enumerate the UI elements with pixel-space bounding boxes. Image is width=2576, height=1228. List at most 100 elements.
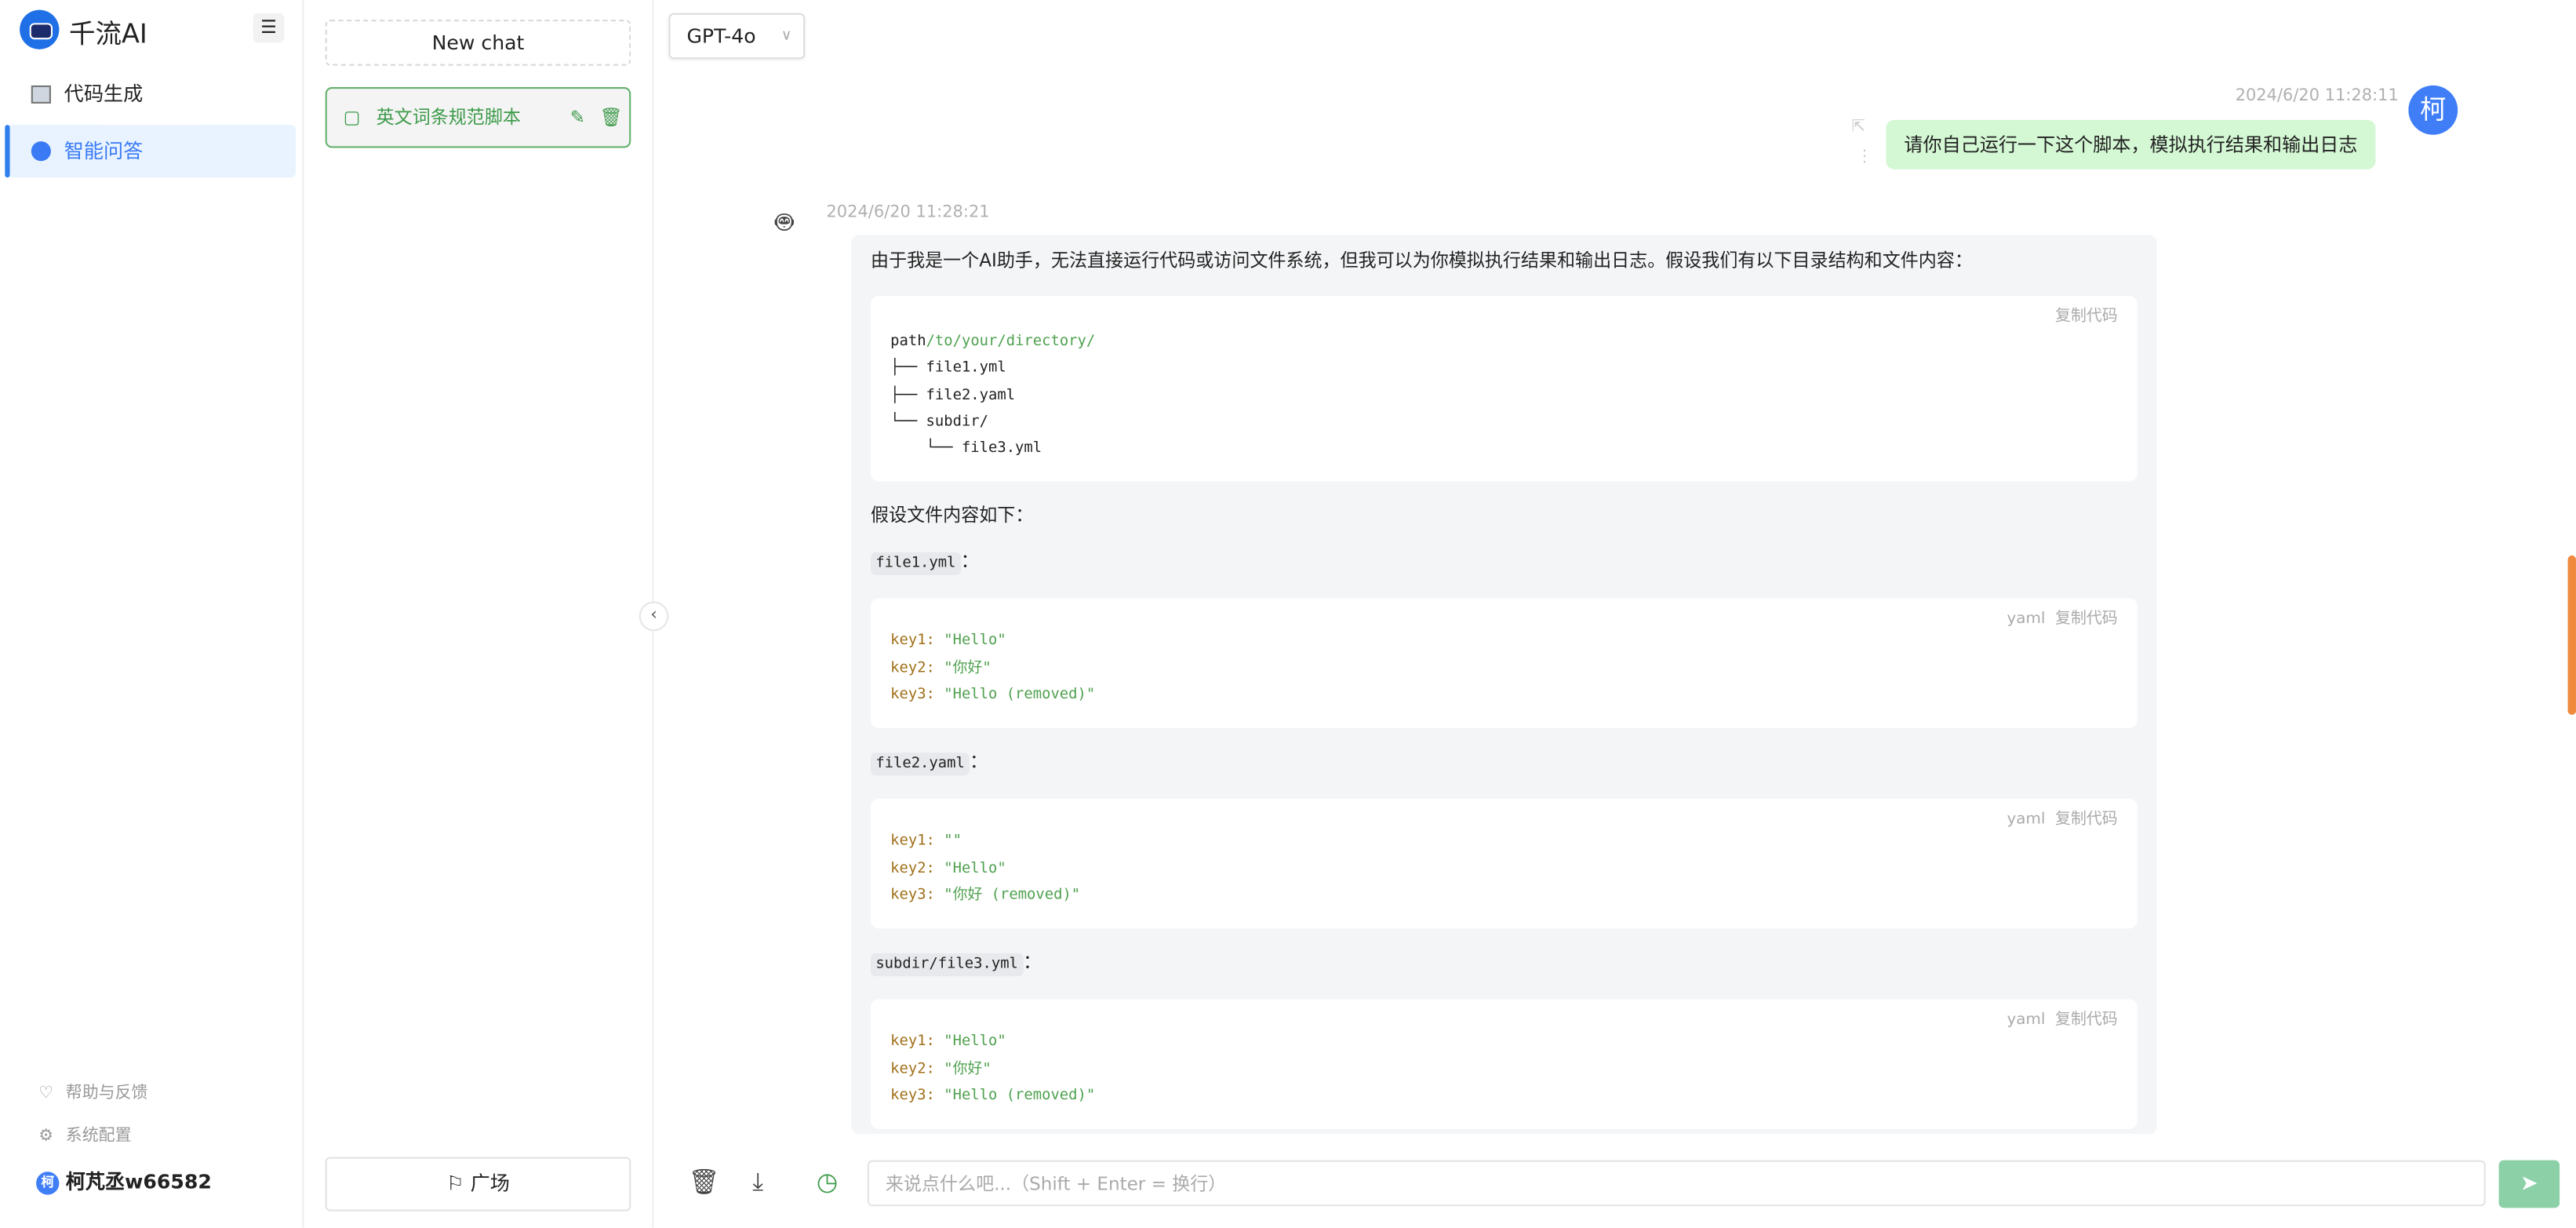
code-line: key3: "Hello (removed)": [890, 1083, 2118, 1110]
path-rest: /to/your/directory/: [926, 333, 1096, 351]
code-line: key2: "你好": [890, 1056, 2118, 1083]
robot-icon: 🤖︎: [775, 205, 794, 240]
gear-icon: ⚙: [38, 1127, 54, 1146]
yaml-key: key1:: [890, 833, 935, 851]
menu-collapse-icon: ☰: [260, 16, 277, 38]
download-icon[interactable]: ⤓: [752, 1167, 763, 1197]
send-icon: ➤: [2520, 1172, 2538, 1197]
collapse-sidebar-button[interactable]: ☰: [253, 13, 285, 43]
yaml-value: "": [944, 833, 962, 851]
yaml-value: "你好": [944, 1061, 991, 1078]
trash-icon[interactable]: 🗑︎: [689, 1167, 720, 1197]
yaml-value: "Hello (removed)": [944, 687, 1096, 704]
scrollbar[interactable]: [2567, 555, 2576, 716]
yaml-key: key1:: [890, 633, 935, 650]
chat-icon: ▢: [343, 107, 361, 129]
sidebar-item-code-gen[interactable]: 代码生成: [6, 67, 296, 120]
code-lang: yaml: [2007, 811, 2046, 829]
path-root: path: [890, 333, 926, 351]
more-icon[interactable]: ⋮: [1857, 148, 1873, 166]
yaml-value: "Hello": [944, 860, 1006, 877]
inline-code: file2.yaml: [871, 753, 970, 777]
lightbulb-icon: ♡: [38, 1084, 54, 1103]
bot-message-time: 2024/6/20 11:28:21: [826, 203, 990, 222]
logo-icon: [20, 9, 60, 49]
chevron-left-icon: ‹: [650, 606, 657, 625]
yaml-key: key3:: [890, 687, 935, 704]
copy-code-button[interactable]: 复制代码: [2055, 610, 2118, 629]
code-line: key1: "Hello": [890, 629, 2118, 655]
chevron-down-icon: ∨: [780, 27, 792, 45]
copy-code-button[interactable]: 复制代码: [2055, 1011, 2118, 1029]
history-icon[interactable]: ◷: [817, 1167, 838, 1197]
flag-icon: ⚐: [446, 1172, 471, 1195]
code-line: key1: "": [890, 829, 2118, 855]
help-feedback-link[interactable]: ♡ 帮助与反馈: [36, 1078, 147, 1102]
edit-icon[interactable]: ✎: [570, 89, 585, 146]
yaml-value: "Hello": [944, 633, 1006, 650]
copy-code-button[interactable]: 复制代码: [2055, 811, 2118, 829]
plaza-label: 广场: [470, 1172, 510, 1195]
chat-bubble-icon: [31, 141, 51, 162]
code-block-yaml: yaml 复制代码 key1: "Hello" key2: "你好" key3: "H…: [871, 999, 2138, 1130]
trash-icon[interactable]: 🗑: [599, 89, 622, 146]
sidebar: 千流AI ☰ 代码生成 智能问答 ♡ 帮助与反馈 ⚙ 系统配置 柯柯芃丞w66582: [0, 0, 304, 1228]
collapse-panel-button[interactable]: ‹: [639, 601, 669, 632]
sidebar-item-qa[interactable]: 智能问答: [5, 125, 296, 178]
inline-code: subdir/file3.yml: [871, 953, 1024, 977]
chat-title: 英文词条规范脚本: [376, 107, 521, 129]
user-message-bubble: 请你自己运行一下这个脚本，模拟执行结果和输出日志: [1886, 119, 2376, 169]
yaml-key: key2:: [890, 1061, 935, 1078]
inline-code: file1.yml: [871, 552, 961, 577]
code-line: path/to/your/directory/: [890, 329, 2118, 355]
yaml-value: "你好 (removed)": [944, 887, 1081, 904]
code-line: ├── file1.yml: [890, 360, 1006, 377]
sidebar-item-label: 智能问答: [64, 140, 144, 163]
system-config-label: 系统配置: [65, 1127, 132, 1146]
file-label: subdir/file3.yml：: [871, 952, 2138, 977]
user-name: 柯芃丞w66582: [65, 1170, 212, 1193]
code-line: key3: "你好 (removed)": [890, 883, 2118, 909]
user-message-time: 2024/6/20 11:28:11: [2235, 87, 2399, 106]
yaml-key: key1:: [890, 1033, 935, 1051]
code-header: yaml 复制代码: [2007, 1006, 2118, 1029]
user-profile[interactable]: 柯柯芃丞w66582: [36, 1167, 212, 1195]
new-chat-button[interactable]: New chat: [325, 20, 631, 66]
bot-intro: 由于我是一个AI助手，无法直接运行代码或访问文件系统，但我可以为你模拟执行结果和…: [871, 250, 1973, 271]
yaml-key: key2:: [890, 660, 935, 677]
code-line: key2: "Hello": [890, 855, 2118, 882]
code-lang: yaml: [2007, 1011, 2046, 1029]
model-selected: GPT-4o: [686, 24, 756, 48]
sidebar-item-label: 代码生成: [64, 82, 144, 106]
chat-item[interactable]: ▢ 英文词条规范脚本 ✎ 🗑: [325, 87, 631, 148]
yaml-key: key3:: [890, 887, 935, 904]
code-line: key3: "Hello (removed)": [890, 682, 2118, 709]
code-header: yaml 复制代码: [2007, 806, 2118, 829]
file-label: file2.yaml：: [871, 752, 2138, 777]
yaml-value: "Hello": [944, 1033, 1006, 1051]
yaml-value: "Hello (removed)": [944, 1088, 1096, 1105]
yaml-value: "你好": [944, 660, 991, 677]
send-button[interactable]: ➤: [2498, 1160, 2560, 1208]
yaml-key: key3:: [890, 1088, 935, 1105]
share-icon[interactable]: ⇱: [1851, 118, 1865, 137]
code-line: key2: "你好": [890, 655, 2118, 682]
help-feedback-label: 帮助与反馈: [65, 1084, 148, 1103]
code-line: ├── file2.yaml: [890, 387, 1016, 404]
avatar: 柯: [2408, 85, 2458, 135]
chat-list-panel: New chat ▢ 英文词条规范脚本 ✎ 🗑 ⚐ 广场: [302, 0, 654, 1228]
code-line: └── file3.yml: [890, 440, 1042, 457]
model-select[interactable]: GPT-4o ∨: [668, 13, 806, 60]
copy-code-button[interactable]: 复制代码: [2055, 302, 2118, 326]
code-line: key1: "Hello": [890, 1029, 2118, 1056]
files-intro: 假设文件内容如下：: [871, 505, 1034, 527]
system-config-link[interactable]: ⚙ 系统配置: [36, 1121, 132, 1146]
code-lang: yaml: [2007, 610, 2046, 629]
file-label: file1.yml：: [871, 552, 2138, 577]
message-input[interactable]: 来说点什么吧...（Shift + Enter = 换行）: [867, 1160, 2486, 1207]
code-block-tree: 复制代码 path/to/your/directory/ ├── file1.y…: [871, 295, 2138, 483]
brand-name: 千流AI: [68, 18, 147, 49]
code-header: yaml 复制代码: [2007, 606, 2118, 629]
plaza-button[interactable]: ⚐ 广场: [325, 1157, 631, 1212]
bot-message-bubble: 由于我是一个AI助手，无法直接运行代码或访问文件系统，但我可以为你模拟执行结果和…: [850, 235, 2157, 1135]
